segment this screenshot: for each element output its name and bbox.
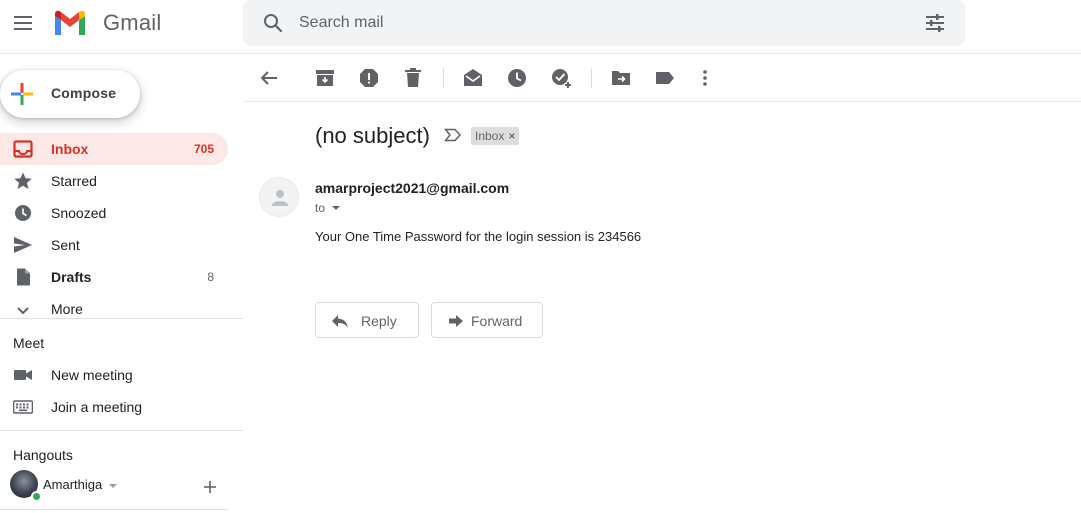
- add-hangout-icon[interactable]: [202, 479, 218, 495]
- label-icon[interactable]: [653, 66, 677, 90]
- search-icon[interactable]: [261, 11, 285, 35]
- message-body: Your One Time Password for the login ses…: [315, 229, 642, 244]
- sidebar-item-label: Starred: [51, 173, 97, 189]
- sidebar-item-label: More: [51, 301, 83, 317]
- sidebar-divider: [0, 509, 228, 510]
- join-meeting-item[interactable]: Join a meeting: [0, 391, 243, 423]
- label-chip-inbox[interactable]: Inbox ×: [471, 127, 520, 145]
- sidebar-item-drafts[interactable]: Drafts 8: [0, 261, 228, 293]
- snooze-icon[interactable]: [505, 66, 529, 90]
- sender-avatar[interactable]: [259, 177, 299, 217]
- person-icon: [272, 190, 288, 206]
- sidebar-divider: [0, 430, 243, 431]
- search-input[interactable]: [299, 10, 899, 36]
- caret-down-icon[interactable]: [108, 483, 118, 489]
- inbox-icon: [13, 140, 33, 158]
- new-meeting-item[interactable]: New meeting: [0, 359, 243, 391]
- main-menu-button[interactable]: [11, 11, 35, 35]
- message-toolbar: [243, 54, 1081, 102]
- move-to-icon[interactable]: [609, 66, 633, 90]
- top-bar: Gmail: [0, 0, 1081, 54]
- keyboard-icon: [13, 400, 33, 414]
- more-vert-icon[interactable]: [693, 66, 717, 90]
- app-name: Gmail: [103, 10, 162, 35]
- hangouts-user-name: Amarthiga: [43, 477, 103, 492]
- sidebar-divider: [0, 318, 243, 319]
- remove-label-icon[interactable]: ×: [508, 129, 515, 143]
- forward-button[interactable]: Forward: [431, 302, 543, 338]
- toolbar-separator: [591, 68, 592, 88]
- mark-unread-icon[interactable]: [461, 66, 485, 90]
- toolbar-separator: [443, 68, 444, 88]
- sidebar-item-label: Drafts: [51, 269, 92, 285]
- compose-plus-icon: [11, 83, 33, 105]
- unread-count: 705: [193, 142, 214, 156]
- meet-section-title: Meet: [13, 335, 45, 351]
- online-status-badge: [31, 491, 42, 502]
- importance-marker-icon[interactable]: [444, 128, 462, 142]
- send-icon: [14, 237, 32, 253]
- draft-icon: [17, 268, 30, 286]
- sidebar-item-snoozed[interactable]: Snoozed: [0, 197, 228, 229]
- recipient-line: to: [315, 201, 326, 215]
- reply-icon: [332, 315, 348, 328]
- label-chip-text: Inbox: [475, 129, 505, 143]
- chevron-down-icon: [17, 307, 29, 315]
- sidebar-item-sent[interactable]: Sent: [0, 229, 228, 261]
- reply-label: Reply: [361, 313, 397, 329]
- join-meeting-label: Join a meeting: [51, 399, 143, 415]
- hangouts-section-title: Hangouts: [13, 447, 73, 463]
- search-bar[interactable]: [243, 0, 965, 46]
- forward-label: Forward: [471, 313, 523, 329]
- archive-icon[interactable]: [313, 66, 337, 90]
- draft-count: 8: [207, 270, 214, 284]
- clock-icon: [15, 205, 31, 221]
- compose-button[interactable]: Compose: [0, 70, 140, 118]
- forward-icon: [449, 315, 463, 327]
- show-details-caret-icon[interactable]: [331, 205, 341, 211]
- hangouts-user[interactable]: Amarthiga: [0, 470, 243, 502]
- message-subject: (no subject): [315, 123, 430, 148]
- videocam-icon: [14, 370, 32, 380]
- star-icon: [14, 172, 32, 189]
- delete-icon[interactable]: [401, 66, 425, 90]
- sidebar-nav: Inbox 705 Starred Snoozed Sent Drafts 8 …: [0, 133, 228, 325]
- sidebar-item-inbox[interactable]: Inbox 705: [0, 133, 228, 165]
- sidebar-item-starred[interactable]: Starred: [0, 165, 228, 197]
- sidebar-item-label: Sent: [51, 237, 80, 253]
- add-to-tasks-icon[interactable]: [549, 66, 573, 90]
- gmail-logo-icon[interactable]: [52, 8, 88, 36]
- sidebar-item-label: Inbox: [51, 141, 89, 157]
- reply-button[interactable]: Reply: [315, 302, 419, 338]
- sidebar-item-label: Snoozed: [51, 205, 107, 221]
- report-spam-icon[interactable]: [357, 66, 381, 90]
- search-options-icon[interactable]: [923, 11, 947, 35]
- new-meeting-label: New meeting: [51, 367, 133, 383]
- sidebar-item-more[interactable]: More: [0, 293, 228, 325]
- back-arrow-icon[interactable]: [257, 66, 281, 90]
- compose-label: Compose: [51, 85, 117, 101]
- sender-email[interactable]: amarproject2021@gmail.com: [315, 180, 509, 196]
